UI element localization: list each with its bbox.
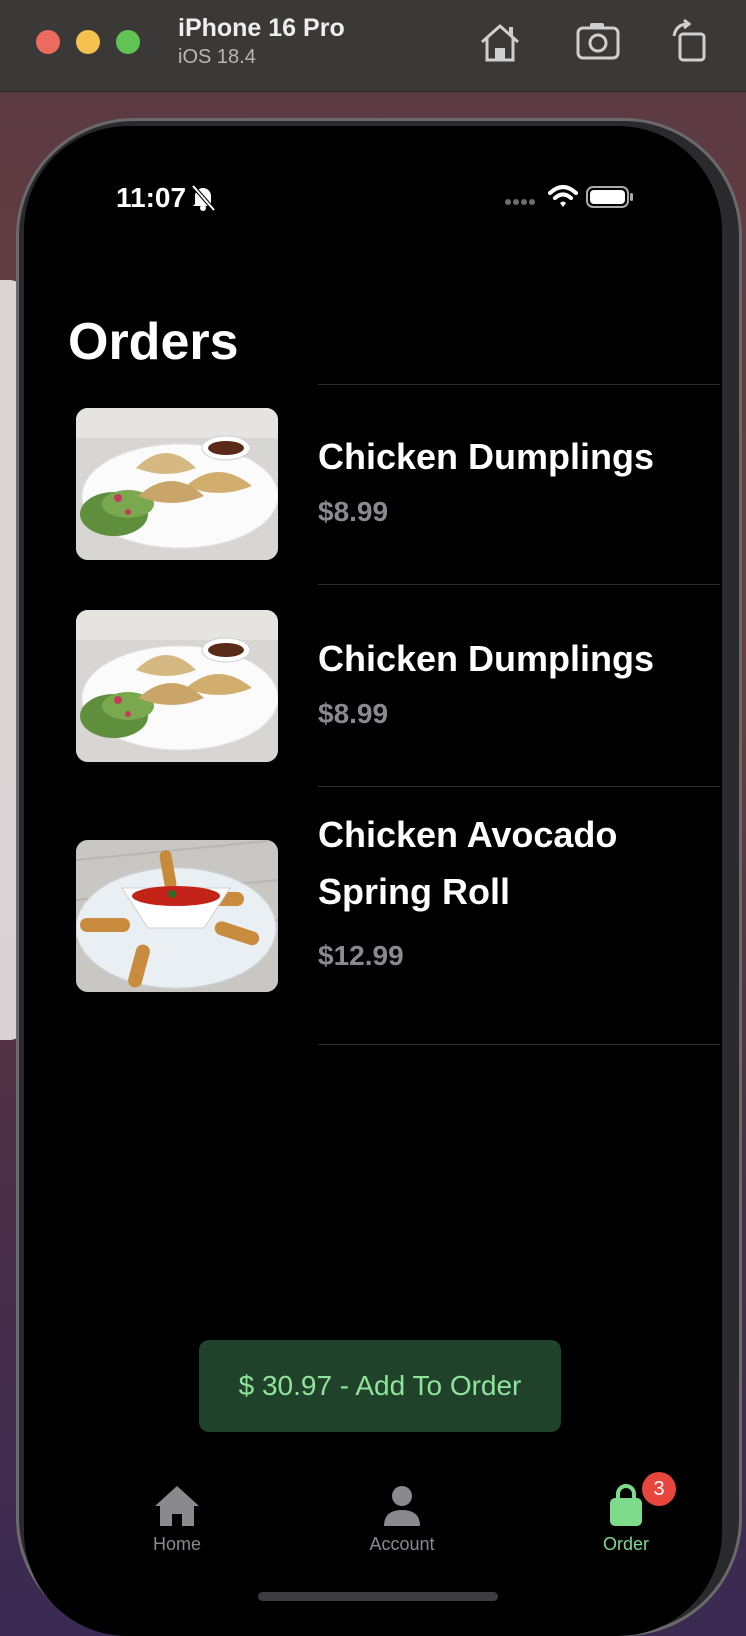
order-row[interactable]: Chicken Dumplings $8.99: [24, 610, 722, 786]
house-icon: [155, 1486, 199, 1526]
zoom-window-button[interactable]: [116, 30, 140, 54]
order-item-price: $8.99: [318, 496, 389, 527]
rotate-icon[interactable]: [668, 18, 716, 66]
order-row[interactable]: Chicken Dumplings $8.99: [24, 408, 722, 584]
order-item-price: $8.99: [318, 698, 389, 729]
tab-home-label: Home: [152, 1534, 201, 1554]
device-name: iPhone 16 Pro: [178, 14, 345, 42]
home-indicator[interactable]: [258, 1592, 498, 1601]
tab-account-label: Account: [369, 1534, 435, 1554]
screenshot-icon[interactable]: [574, 18, 622, 66]
order-row[interactable]: Chicken Avocado Spring Roll $12.99: [24, 806, 722, 1046]
home-icon[interactable]: [476, 18, 524, 66]
tab-account[interactable]: Account: [342, 1484, 462, 1564]
order-item-name: Chicken Dumplings: [318, 436, 655, 477]
order-item-name: Chicken Avocado Spring Roll: [318, 814, 618, 912]
simulator-titlebar: iPhone 16 Pro iOS 18.4: [0, 0, 746, 92]
device-os-version: iOS 18.4: [178, 46, 256, 68]
dumplings-photo: [76, 408, 278, 560]
list-divider: [318, 1044, 720, 1045]
person-icon: [384, 1486, 420, 1526]
list-divider: [318, 786, 720, 787]
wifi-icon: [548, 185, 578, 207]
cellular-signal-icon: [505, 199, 535, 205]
list-divider: [318, 584, 720, 585]
dumplings-photo: [76, 610, 278, 762]
tab-order[interactable]: 3 Order: [566, 1472, 686, 1564]
battery-icon: [586, 186, 633, 208]
phone-screen: 11:07 Orders Chicken Dumplings $8.99 Chi…: [24, 126, 722, 1636]
minimize-window-button[interactable]: [76, 30, 100, 54]
bell-slash-icon: [191, 184, 216, 212]
list-divider: [318, 384, 720, 385]
close-window-button[interactable]: [36, 30, 60, 54]
add-to-order-button[interactable]: $ 30.97 - Add To Order: [199, 1340, 561, 1432]
page-title: Orders: [68, 313, 239, 371]
tab-home[interactable]: Home: [117, 1484, 237, 1564]
order-item-name: Chicken Dumplings: [318, 638, 655, 679]
status-time: 11:07: [116, 182, 187, 213]
tab-order-label: Order: [602, 1534, 649, 1554]
order-item-price: $12.99: [318, 940, 404, 971]
spring-roll-photo: [76, 840, 278, 992]
order-count-badge: 3: [642, 1472, 676, 1506]
